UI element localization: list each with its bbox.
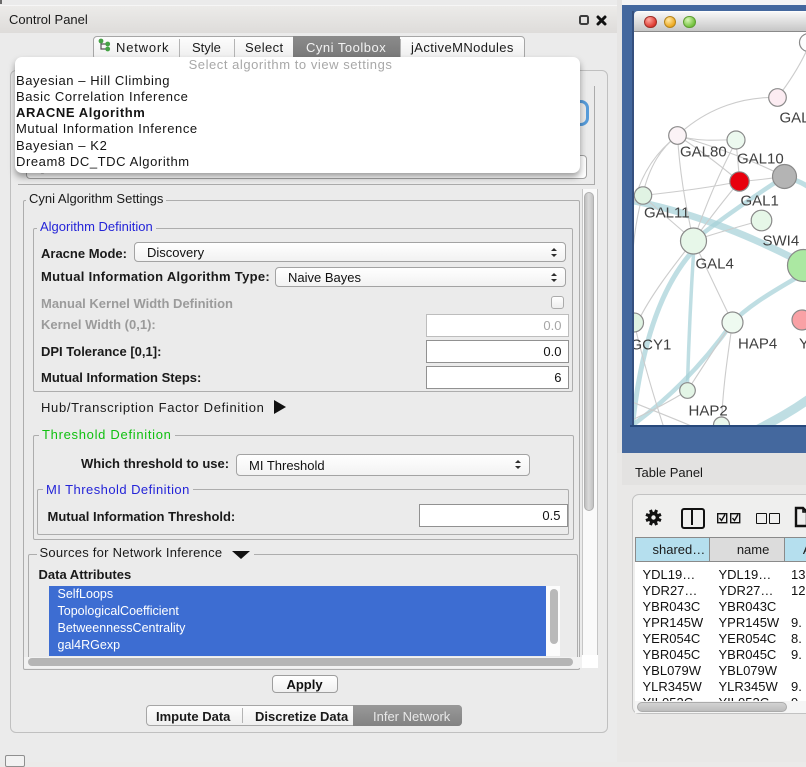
svg-text:GAL7: GAL7 [779,109,806,126]
svg-text:GAL10: GAL10 [737,150,784,167]
svg-text:HAP4: HAP4 [738,335,777,352]
svg-text:SWI4: SWI4 [762,232,799,249]
svg-text:GAL4: GAL4 [695,255,733,272]
svg-text:GAL11: GAL11 [644,204,690,221]
svg-text:GCY1: GCY1 [634,336,671,353]
svg-text:GAL80: GAL80 [680,143,727,160]
svg-text:YB: YB [799,335,806,352]
svg-text:HAP2: HAP2 [688,402,727,419]
svg-text:GAL1: GAL1 [740,192,778,209]
